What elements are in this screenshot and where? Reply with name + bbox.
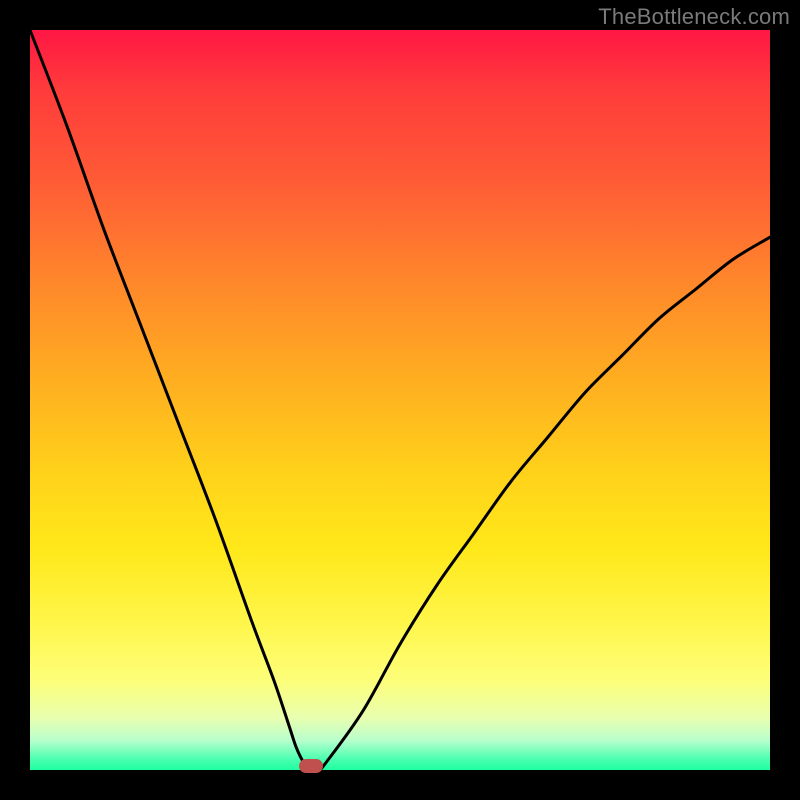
plot-area [30, 30, 770, 770]
bottleneck-curve [30, 30, 770, 770]
watermark-text: TheBottleneck.com [598, 4, 790, 30]
optimal-point-marker [299, 759, 323, 773]
chart-frame: TheBottleneck.com [0, 0, 800, 800]
